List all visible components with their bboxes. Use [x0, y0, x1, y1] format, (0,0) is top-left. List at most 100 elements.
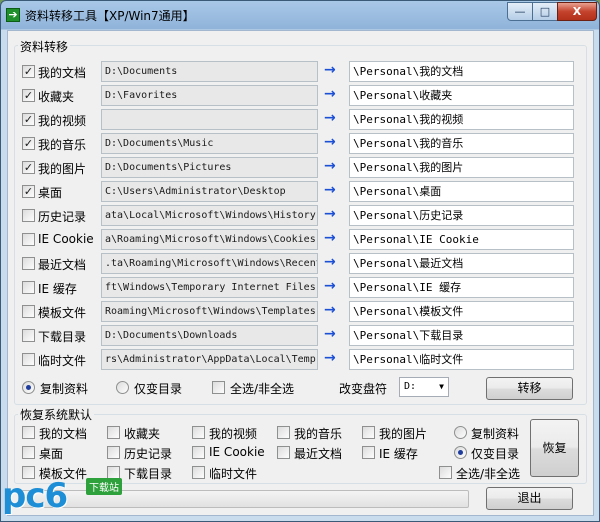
transfer-checkbox[interactable] — [22, 65, 35, 78]
target-path-field[interactable]: \Personal\最近文档 — [349, 253, 574, 274]
transfer-item-label: IE Cookie — [38, 232, 94, 246]
source-path-field[interactable]: .ta\Roaming\Microsoft\Windows\Recent — [101, 253, 318, 274]
exit-button[interactable]: 退出 — [486, 487, 573, 510]
select-all-label: 全选/非全选 — [230, 382, 295, 396]
client-area: 资料转移 我的文档 D:\Documents → \Personal\我的文档收藏夹 D… — [7, 30, 594, 516]
transfer-checkbox[interactable] — [22, 257, 35, 270]
close-button[interactable]: X — [557, 2, 597, 21]
restore-select-all-checkbox[interactable] — [439, 466, 452, 479]
transfer-item-label: 历史记录 — [38, 210, 87, 224]
transfer-button[interactable]: 转移 — [486, 377, 573, 400]
drive-select[interactable]: D: ▼ — [399, 377, 449, 397]
transfer-checkbox[interactable] — [22, 305, 35, 318]
drive-select-value: D: — [404, 381, 417, 392]
target-path-field[interactable]: \Personal\我的音乐 — [349, 133, 574, 154]
restore-checkbox[interactable] — [192, 426, 205, 439]
transfer-item-label: 下载目录 — [38, 330, 87, 344]
arrow-right-icon: → — [324, 86, 336, 102]
restore-item-label: 最近文档 — [294, 447, 343, 461]
transfer-checkbox[interactable] — [22, 89, 35, 102]
arrow-right-icon: → — [324, 134, 336, 150]
watermark-logo: pc6 — [2, 476, 68, 516]
arrow-right-icon: ➔ — [6, 8, 20, 22]
source-path-field[interactable]: ata\Local\Microsoft\Windows\History — [101, 205, 318, 226]
transfer-item-label: 我的音乐 — [38, 138, 87, 152]
restore-copy-data-label: 复制资料 — [471, 427, 520, 441]
target-path-field[interactable]: \Personal\我的图片 — [349, 157, 574, 178]
watermark-tag: 下载站 — [86, 478, 122, 495]
transfer-item-label: 临时文件 — [38, 354, 87, 368]
target-path-field[interactable]: \Personal\IE Cookie — [349, 229, 574, 250]
target-path-field[interactable]: \Personal\下载目录 — [349, 325, 574, 346]
minimize-button[interactable]: — — [507, 2, 533, 21]
source-path-field[interactable]: D:\Documents\Music — [101, 133, 318, 154]
arrow-right-icon: → — [324, 254, 336, 270]
restore-item-label: 历史记录 — [124, 447, 173, 461]
maximize-button[interactable]: □ — [532, 2, 558, 21]
arrow-right-icon: → — [324, 302, 336, 318]
restore-item-label: 收藏夹 — [124, 427, 161, 441]
transfer-checkbox[interactable] — [22, 233, 35, 246]
restore-select-all-label: 全选/非全选 — [456, 467, 521, 481]
drive-label: 改变盘符 — [339, 382, 388, 396]
source-path-field[interactable]: C:\Users\Administrator\Desktop — [101, 181, 318, 202]
source-path-field[interactable]: D:\Favorites — [101, 85, 318, 106]
target-path-field[interactable]: \Personal\历史记录 — [349, 205, 574, 226]
source-path-field[interactable] — [101, 109, 318, 130]
restore-checkbox[interactable] — [362, 426, 375, 439]
arrow-right-icon: → — [324, 62, 336, 78]
source-path-field[interactable]: rs\Administrator\AppData\Local\Temp — [101, 349, 318, 370]
restore-checkbox[interactable] — [22, 446, 35, 459]
transfer-checkbox[interactable] — [22, 329, 35, 342]
restore-checkbox[interactable] — [362, 446, 375, 459]
arrow-right-icon: → — [324, 230, 336, 246]
restore-item-label: IE 缓存 — [379, 447, 418, 461]
arrow-right-icon: → — [324, 182, 336, 198]
restore-button[interactable]: 恢复 — [530, 419, 579, 477]
transfer-checkbox[interactable] — [22, 185, 35, 198]
restore-checkbox[interactable] — [22, 426, 35, 439]
target-path-field[interactable]: \Personal\我的视频 — [349, 109, 574, 130]
target-path-field[interactable]: \Personal\收藏夹 — [349, 85, 574, 106]
restore-item-label: 我的图片 — [379, 427, 428, 441]
restore-checkbox[interactable] — [277, 426, 290, 439]
transfer-item-label: IE 缓存 — [38, 282, 77, 296]
restore-group-title: 恢复系统默认 — [18, 406, 95, 423]
dir-only-radio[interactable] — [116, 381, 129, 394]
target-path-field[interactable]: \Personal\桌面 — [349, 181, 574, 202]
source-path-field[interactable]: Roaming\Microsoft\Windows\Templates — [101, 301, 318, 322]
restore-item-label: 我的音乐 — [294, 427, 343, 441]
arrow-right-icon: → — [324, 206, 336, 222]
restore-checkbox[interactable] — [107, 426, 120, 439]
target-path-field[interactable]: \Personal\临时文件 — [349, 349, 574, 370]
restore-item-label: IE Cookie — [209, 445, 265, 459]
source-path-field[interactable]: D:\Documents\Downloads — [101, 325, 318, 346]
transfer-checkbox[interactable] — [22, 137, 35, 150]
transfer-item-label: 桌面 — [38, 186, 63, 200]
restore-checkbox[interactable] — [277, 446, 290, 459]
transfer-checkbox[interactable] — [22, 281, 35, 294]
restore-checkbox[interactable] — [192, 446, 205, 459]
restore-dir-only-radio[interactable] — [454, 446, 467, 459]
restore-checkbox[interactable] — [192, 466, 205, 479]
source-path-field[interactable]: D:\Documents\Pictures — [101, 157, 318, 178]
select-all-checkbox[interactable] — [212, 381, 225, 394]
restore-copy-data-radio[interactable] — [454, 426, 467, 439]
title-bar[interactable]: ➔ 资料转移工具【XP/Win7通用】 — □ X — [1, 1, 599, 29]
target-path-field[interactable]: \Personal\我的文档 — [349, 61, 574, 82]
source-path-field[interactable]: ft\Windows\Temporary Internet Files — [101, 277, 318, 298]
target-path-field[interactable]: \Personal\模板文件 — [349, 301, 574, 322]
source-path-field[interactable]: a\Roaming\Microsoft\Windows\Cookies — [101, 229, 318, 250]
transfer-checkbox[interactable] — [22, 113, 35, 126]
arrow-right-icon: → — [324, 350, 336, 366]
transfer-checkbox[interactable] — [22, 161, 35, 174]
transfer-checkbox[interactable] — [22, 209, 35, 222]
transfer-checkbox[interactable] — [22, 353, 35, 366]
target-path-field[interactable]: \Personal\IE 缓存 — [349, 277, 574, 298]
restore-item-label: 我的视频 — [209, 427, 258, 441]
source-path-field[interactable]: D:\Documents — [101, 61, 318, 82]
arrow-right-icon: → — [324, 278, 336, 294]
copy-data-radio[interactable] — [22, 381, 35, 394]
restore-checkbox[interactable] — [107, 446, 120, 459]
window-title: 资料转移工具【XP/Win7通用】 — [25, 9, 195, 23]
